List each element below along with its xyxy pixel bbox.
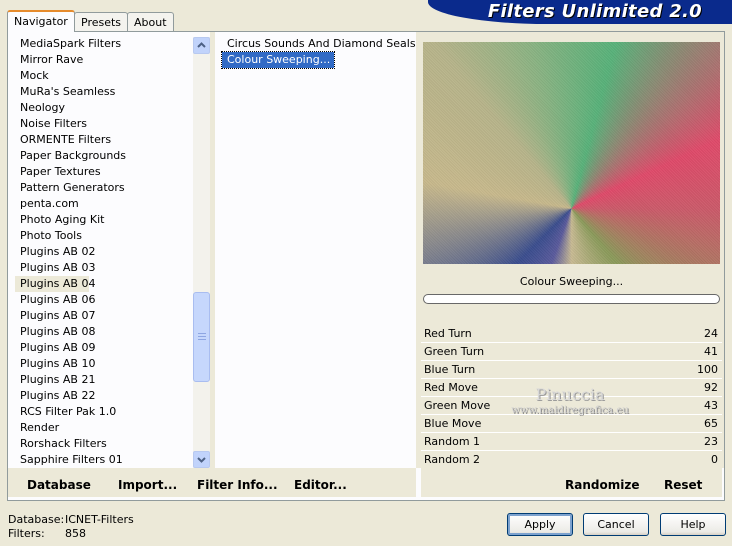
category-list[interactable]: MediaSpark Filters Mirror Rave Mock MuRa's … <box>15 36 193 468</box>
param-value: 65 <box>704 417 718 430</box>
category-item[interactable]: Plugins AB 06 <box>15 292 193 308</box>
status-area: Database: ICNET-Filters Filters: 858 <box>8 513 134 541</box>
database-status-value: ICNET-Filters <box>65 513 134 526</box>
param-name: Red Move <box>424 381 478 394</box>
chevron-down-icon <box>197 457 206 463</box>
param-slider-row[interactable]: Red Turn 24 <box>421 325 722 343</box>
import-button[interactable]: Import... <box>118 478 177 492</box>
preview-filter-name: Colour Sweeping... <box>519 275 624 288</box>
database-button[interactable]: Database <box>27 478 91 492</box>
category-item[interactable]: Plugins AB 21 <box>15 372 193 388</box>
category-item[interactable]: Mirror Rave <box>15 52 193 68</box>
app-title: Filters Unlimited 2.0 <box>487 1 702 22</box>
scroll-up-button[interactable] <box>193 37 210 54</box>
param-value: 23 <box>704 435 718 448</box>
apply-button[interactable]: Apply <box>507 513 573 536</box>
editor-button[interactable]: Editor... <box>294 478 347 492</box>
category-item[interactable]: Photo Tools <box>15 228 193 244</box>
category-item[interactable]: Sapphire Filters 01 <box>15 452 193 468</box>
watermark-site: www.maidiregrafica.eu <box>511 405 629 416</box>
watermark-name: Pinuccia <box>535 385 605 404</box>
category-scrollbar[interactable] <box>193 37 210 468</box>
reset-button[interactable]: Reset <box>664 478 702 492</box>
category-item[interactable]: Photo Aging Kit <box>15 212 193 228</box>
category-item[interactable]: Mock <box>15 68 193 84</box>
param-value: 0 <box>711 453 718 466</box>
param-name: Green Turn <box>424 345 485 358</box>
category-item[interactable]: Paper Backgrounds <box>15 148 193 164</box>
param-name: Red Turn <box>424 327 472 340</box>
category-item[interactable]: Plugins AB 08 <box>15 324 193 340</box>
progress-bar <box>423 294 720 304</box>
category-item[interactable]: Plugins AB 04 <box>15 276 95 292</box>
title-banner: Filters Unlimited 2.0 <box>428 0 732 24</box>
divider <box>210 32 215 468</box>
database-label: Database <box>27 478 91 492</box>
grip-icon <box>198 333 206 340</box>
category-item[interactable]: ORMENTE Filters <box>15 132 193 148</box>
preview-image <box>423 42 720 264</box>
category-item[interactable]: MuRa's Seamless <box>15 84 193 100</box>
tab-navigator[interactable]: Navigator <box>7 10 75 32</box>
database-status-label: Database: <box>8 513 65 526</box>
editor-label: Editor... <box>294 478 347 492</box>
category-item[interactable]: Plugins AB 22 <box>15 388 193 404</box>
filters-count-label: Filters: <box>8 527 45 540</box>
param-slider-row[interactable]: Blue Turn 100 <box>421 361 722 379</box>
help-button[interactable]: Help <box>660 513 726 536</box>
param-name: Blue Turn <box>424 363 476 376</box>
filter-list[interactable]: Circus Sounds And Diamond Seals... Colour… <box>220 36 426 69</box>
cancel-button[interactable]: Cancel <box>583 513 649 536</box>
category-item[interactable]: Plugins AB 07 <box>15 308 193 324</box>
category-item[interactable]: Neology <box>15 100 193 116</box>
category-item[interactable]: MediaSpark Filters <box>15 36 193 52</box>
filter-item[interactable]: Colour Sweeping... <box>220 51 336 69</box>
category-item[interactable]: Plugins AB 02 <box>15 244 193 260</box>
import-label: Import... <box>118 478 178 492</box>
param-name: Random 1 <box>424 435 481 448</box>
randomize-label: Randomize <box>565 478 640 492</box>
param-slider-row[interactable]: Blue Move 65 <box>421 415 722 433</box>
param-value: 41 <box>704 345 718 358</box>
param-slider-row[interactable]: Random 1 23 <box>421 433 722 451</box>
param-slider-row[interactable]: Green Turn 41 <box>421 343 722 361</box>
tab-about[interactable]: About <box>127 12 174 31</box>
category-item[interactable]: Paper Textures <box>15 164 193 180</box>
randomize-button[interactable]: Randomize <box>565 478 639 492</box>
scroll-down-button[interactable] <box>193 451 210 468</box>
filter-info-button[interactable]: Filter Info... <box>197 478 278 492</box>
param-name: Blue Move <box>424 417 482 430</box>
category-item[interactable]: Rorshack Filters <box>15 436 193 452</box>
chevron-up-icon <box>197 42 206 48</box>
param-value: 43 <box>704 399 718 412</box>
filters-count-value: 858 <box>65 527 86 540</box>
category-item[interactable]: Plugins AB 10 <box>15 356 193 372</box>
filter-item[interactable]: Circus Sounds And Diamond Seals... <box>222 36 426 52</box>
category-item[interactable]: penta.com <box>15 196 193 212</box>
param-value: 92 <box>704 381 718 394</box>
tab-presets[interactable]: Presets <box>74 12 129 31</box>
param-name: Green Move <box>424 399 491 412</box>
param-slider-row[interactable]: Random 2 0 <box>421 451 722 469</box>
category-item[interactable]: Plugins AB 03 <box>15 260 193 276</box>
param-value: 100 <box>697 363 718 376</box>
category-item[interactable]: Plugins AB 09 <box>15 340 193 356</box>
category-item[interactable]: Render <box>15 420 193 436</box>
scroll-thumb[interactable] <box>193 292 210 382</box>
category-item[interactable]: Pattern Generators <box>15 180 193 196</box>
param-name: Random 2 <box>424 453 481 466</box>
reset-label: Reset <box>664 478 703 492</box>
filter-info-label: Filter Info... <box>197 478 278 492</box>
category-item[interactable]: RCS Filter Pak 1.0 <box>15 404 193 420</box>
category-item[interactable]: Noise Filters <box>15 116 193 132</box>
param-value: 24 <box>704 327 718 340</box>
